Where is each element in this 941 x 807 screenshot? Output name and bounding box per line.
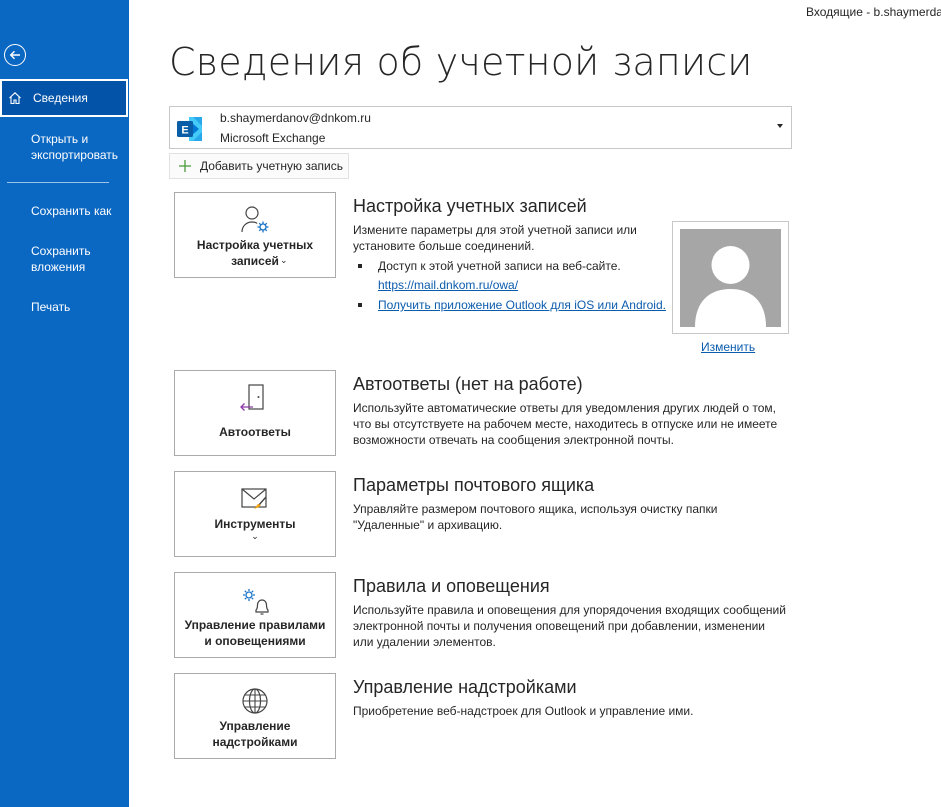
owa-link[interactable]: https://mail.dnkom.ru/owa/ (378, 278, 518, 292)
exchange-icon: E (177, 117, 202, 141)
nav-item-label: Сведения (33, 91, 88, 105)
rules-alerts-icon (243, 589, 269, 615)
nav-item-open-export[interactable]: Открыть и экспортировать (0, 131, 129, 163)
auto-replies-button[interactable]: Автоответы (174, 370, 336, 456)
add-account-button[interactable]: Добавить учетную запись (169, 153, 349, 179)
person-silhouette-icon (695, 246, 766, 327)
back-button[interactable] (4, 44, 26, 66)
plus-icon (179, 160, 191, 172)
nav-divider (7, 182, 109, 183)
globe-icon (242, 688, 268, 714)
account-settings-text: Измените параметры для этой учетной запи… (353, 223, 637, 253)
backstage-sidebar: Сведения Открыть и экспортировать Сохран… (0, 0, 129, 807)
auto-replies-label: Автоответы (219, 425, 291, 439)
rules-text: Используйте правила и оповещения для упо… (353, 603, 786, 649)
mailbox-cleanup-icon (241, 488, 267, 509)
mailbox-settings-title: Параметры почтового ящика (353, 475, 595, 495)
list-item: Получить приложение Outlook для iOS или … (358, 296, 666, 315)
door-exit-icon (240, 384, 264, 411)
manage-addins-label: Управление надстройками (212, 719, 298, 749)
account-settings-title: Настройка учетных записей (353, 196, 587, 216)
account-settings-bullets: Доступ к этой учетной записи на веб-сайт… (358, 257, 666, 315)
manage-addins-button[interactable]: Управление надстройками (174, 673, 336, 759)
change-photo-link[interactable]: Изменить (701, 340, 755, 354)
nav-item-save-as[interactable]: Сохранить как (0, 203, 129, 219)
manage-rules-button[interactable]: Управление правилами и оповещениями (174, 572, 336, 658)
home-icon (9, 92, 21, 105)
rules-title: Правила и оповещения (353, 576, 550, 596)
account-settings-button[interactable]: Настройка учетных записей ⌄ (174, 192, 336, 278)
account-selector[interactable]: E b.shaymerdanov@dnkom.ru Microsoft Exch… (169, 106, 792, 149)
list-item: Доступ к этой учетной записи на веб-сайт… (358, 257, 666, 295)
bullet-icon (358, 303, 362, 307)
account-email: b.shaymerdanov@dnkom.ru (220, 111, 371, 125)
svg-text:E: E (181, 125, 188, 137)
manage-rules-label: Управление правилами и оповещениями (184, 618, 326, 648)
mailbox-settings-text: Управляйте размером почтового ящика, исп… (353, 502, 718, 532)
account-settings-label: Настройка учетных записей (196, 238, 314, 268)
nav-item-save-attachments[interactable]: Сохранить вложения (0, 243, 129, 275)
user-settings-icon (241, 206, 269, 233)
window-title: Входящие - b.shaymerdanov@dnkom.ru - Out… (806, 5, 941, 19)
addins-text: Приобретение веб-надстроек для Outlook и… (353, 704, 694, 718)
nav-item-info[interactable]: Сведения (0, 79, 128, 117)
tools-button[interactable]: Инструменты ⌄ (174, 471, 336, 557)
caret-down-icon (777, 124, 783, 128)
tools-label: Инструменты (214, 517, 296, 531)
page-title: Сведения об учетной записи (169, 40, 753, 84)
account-type: Microsoft Exchange (220, 131, 326, 145)
mobile-app-link[interactable]: Получить приложение Outlook для iOS или … (378, 298, 666, 312)
arrow-left-icon (9, 50, 20, 60)
web-access-text: Доступ к этой учетной записи на веб-сайт… (378, 259, 621, 273)
add-account-label: Добавить учетную запись (200, 159, 343, 173)
profile-photo (672, 221, 789, 334)
auto-replies-text: Используйте автоматические ответы для ув… (353, 401, 778, 447)
addins-title: Управление надстройками (353, 677, 577, 697)
nav-item-print[interactable]: Печать (0, 299, 129, 315)
chevron-down-icon: ⌄ (251, 531, 259, 541)
auto-replies-title: Автоответы (нет на работе) (353, 374, 583, 394)
bullet-icon (358, 264, 362, 268)
avatar (680, 229, 781, 327)
chevron-down-icon: ⌄ (280, 255, 288, 265)
